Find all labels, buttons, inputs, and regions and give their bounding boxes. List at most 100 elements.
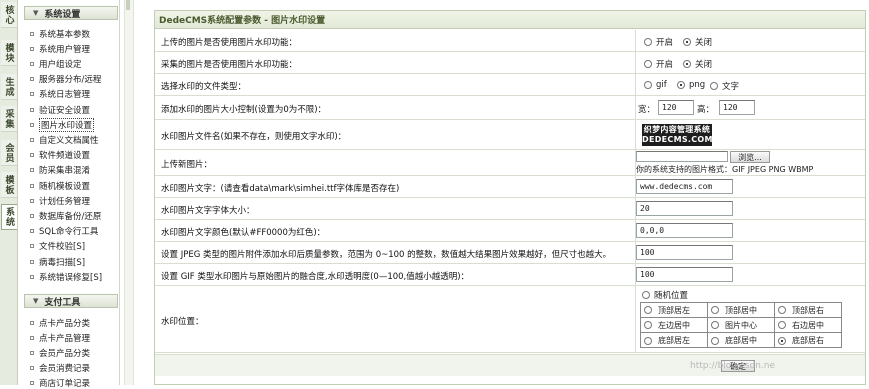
scrollbar-thumb[interactable] — [126, 0, 130, 10]
gif-alpha-input[interactable]: 100 — [636, 267, 733, 282]
width-input[interactable]: 120 — [658, 100, 694, 115]
sidebar-item[interactable]: 随机模板设置 — [30, 179, 118, 192]
value-cell: 20 — [635, 198, 865, 219]
file-type-text-radio[interactable]: 文字 — [710, 80, 739, 92]
collect-watermark-on-radio[interactable]: 开启 — [644, 58, 673, 70]
logo-line2: DEDECMS.COM — [642, 135, 713, 144]
sidebar-item[interactable]: SQL命令行工具 — [30, 225, 118, 238]
sidebar-item[interactable]: 点卡产品管理 — [30, 331, 118, 344]
sidebar-item[interactable]: 防采集串混淆 — [30, 164, 118, 177]
radio-icon — [778, 321, 786, 329]
sidebar-item-label: 点卡产品管理 — [39, 333, 91, 344]
radio-icon — [642, 291, 650, 299]
vtab-collect[interactable]: 采集 — [1, 106, 17, 132]
position-option-label: 顶部居中 — [725, 305, 757, 315]
position-option[interactable]: 顶部居中 — [708, 303, 775, 318]
sidebar-item[interactable]: 点卡产品分类 — [30, 316, 118, 329]
position-option-label: 左边居中 — [658, 320, 690, 330]
vtab-templates[interactable]: 模板 — [1, 172, 17, 198]
browse-button[interactable]: 浏览... — [730, 151, 770, 163]
font-size-input[interactable]: 20 — [636, 201, 733, 216]
sidebar-item[interactable]: 会员消费记录 — [30, 361, 118, 374]
position-option[interactable]: 底部居左 — [641, 333, 708, 348]
file-path-input[interactable] — [636, 151, 728, 162]
position-option[interactable]: 图片中心 — [708, 318, 775, 333]
section-title: 支付工具 — [44, 297, 81, 308]
radio-icon — [710, 82, 718, 90]
file-type-gif-radio[interactable]: gif — [644, 80, 667, 90]
sidebar-item[interactable]: 病毒扫描[S] — [30, 255, 118, 268]
option-label: 开启 — [656, 60, 674, 70]
collect-watermark-off-radio[interactable]: 关闭 — [683, 58, 712, 70]
upload-watermark-on-radio[interactable]: 开启 — [644, 36, 673, 48]
font-color-input[interactable]: 0,0,0 — [636, 223, 733, 238]
sidebar-item-label: 计划任务管理 — [39, 196, 91, 207]
position-option[interactable]: 左边居中 — [641, 318, 708, 333]
row-label: 添加水印的图片大小控制(设置为0为不限)： — [161, 105, 327, 115]
sidebar-item[interactable]: 软件频道设置 — [30, 149, 118, 162]
sidebar-item[interactable]: 计划任务管理 — [30, 194, 118, 207]
sidebar-item[interactable]: 自定义文档属性 — [30, 133, 118, 146]
position-option-label: 顶部居左 — [658, 305, 690, 315]
sidebar-item[interactable]: 系统日志管理 — [30, 88, 118, 101]
position-option[interactable]: 底部居右 — [775, 333, 842, 348]
sidebar-item[interactable]: 文件校验[S] — [30, 240, 118, 253]
sidebar-item[interactable]: 商店订单记录 — [30, 376, 118, 389]
upload-watermark-off-radio[interactable]: 关闭 — [683, 36, 712, 48]
vtab-generate[interactable]: 生成 — [1, 74, 17, 100]
row-upload-watermark: 上传的图片是否使用图片水印功能： 开启 关闭 — [155, 30, 865, 52]
height-input[interactable]: 120 — [719, 100, 755, 115]
vtab-members[interactable]: 会员 — [1, 140, 17, 166]
bullet-icon — [30, 229, 34, 234]
bullet-icon — [30, 107, 34, 112]
width-label: 宽： — [638, 105, 656, 115]
sidebar-item[interactable]: 用户组设定 — [30, 57, 118, 70]
sidebar-item-label: 会员产品分类 — [39, 348, 91, 359]
bullet-icon — [30, 350, 34, 355]
bullet-icon — [30, 380, 34, 385]
sidebar-item[interactable]: 会员产品分类 — [30, 346, 118, 359]
sidebar-item-label: 文件校验[S] — [39, 242, 86, 253]
value-cell: 开启 关闭 — [635, 52, 865, 73]
image-watermark: http://blog.csdn.ne — [690, 361, 776, 371]
row-label: 水印图片文字：(请查看data\mark\simhei.ttf字体库是否存在) — [161, 184, 400, 194]
section-header-system-settings[interactable]: ▼ 系统设置 — [24, 6, 118, 20]
sidebar-item-label: 系统基本参数 — [39, 29, 91, 40]
position-option-label: 图片中心 — [725, 320, 757, 330]
frame-splitter[interactable] — [124, 0, 134, 385]
sidebar-item[interactable]: 图片水印设置 — [30, 117, 118, 132]
section-header-payment-tools[interactable]: ▼ 支付工具 — [24, 294, 118, 308]
file-type-png-radio[interactable]: png — [677, 80, 705, 90]
position-random-radio[interactable]: 随机位置 — [642, 289, 688, 301]
sidebar-item[interactable]: 系统用户管理 — [30, 42, 118, 55]
value-cell: www.dedecms.com — [635, 176, 865, 197]
sidebar-item[interactable]: 验证安全设置 — [30, 103, 118, 116]
vertical-tab-strip: 核心 模块 生成 采集 会员 模板 系统 — [0, 0, 18, 385]
radio-icon — [644, 336, 652, 345]
sidebar-item-label: 服务器分布/远程 — [39, 75, 102, 86]
row-label: 上传的图片是否使用图片水印功能： — [161, 38, 298, 48]
vtab-modules[interactable]: 模块 — [1, 40, 17, 66]
vtab-core[interactable]: 核心 — [1, 2, 17, 28]
position-option[interactable]: 底部居中 — [708, 333, 775, 348]
chevron-down-icon: ▼ — [33, 9, 39, 17]
radio-icon — [711, 306, 719, 314]
vtab-system[interactable]: 系统 — [1, 204, 17, 230]
bullet-icon — [30, 183, 34, 188]
sidebar-item[interactable]: 服务器分布/远程 — [30, 73, 118, 86]
value-cell: 浏览... 你的系统支持的图片格式：GIF JPEG PNG WBMP — [635, 150, 865, 175]
jpeg-quality-input[interactable]: 100 — [636, 245, 733, 260]
sidebar-item[interactable]: 系统基本参数 — [30, 27, 118, 40]
position-option-label: 顶部居右 — [792, 305, 824, 315]
sidebar-item[interactable]: 系统错误修复[S] — [30, 270, 118, 283]
sidebar-item[interactable]: 数据库备份/还原 — [30, 209, 118, 222]
position-option[interactable]: 顶部居右 — [775, 303, 842, 318]
bullet-icon — [30, 122, 34, 127]
position-option[interactable]: 顶部居左 — [641, 303, 708, 318]
watermark-text-input[interactable]: www.dedecms.com — [636, 179, 733, 194]
option-label: gif — [656, 80, 667, 90]
row-label: 选择水印的文件类型： — [161, 82, 247, 92]
row-label: 设置 GIF 类型水印图片与原始图片的融合度,水印透明度(0—100,值越小越透… — [161, 272, 470, 282]
position-option[interactable]: 右边居中 — [775, 318, 842, 333]
sidebar-item-label: 验证安全设置 — [39, 105, 91, 116]
